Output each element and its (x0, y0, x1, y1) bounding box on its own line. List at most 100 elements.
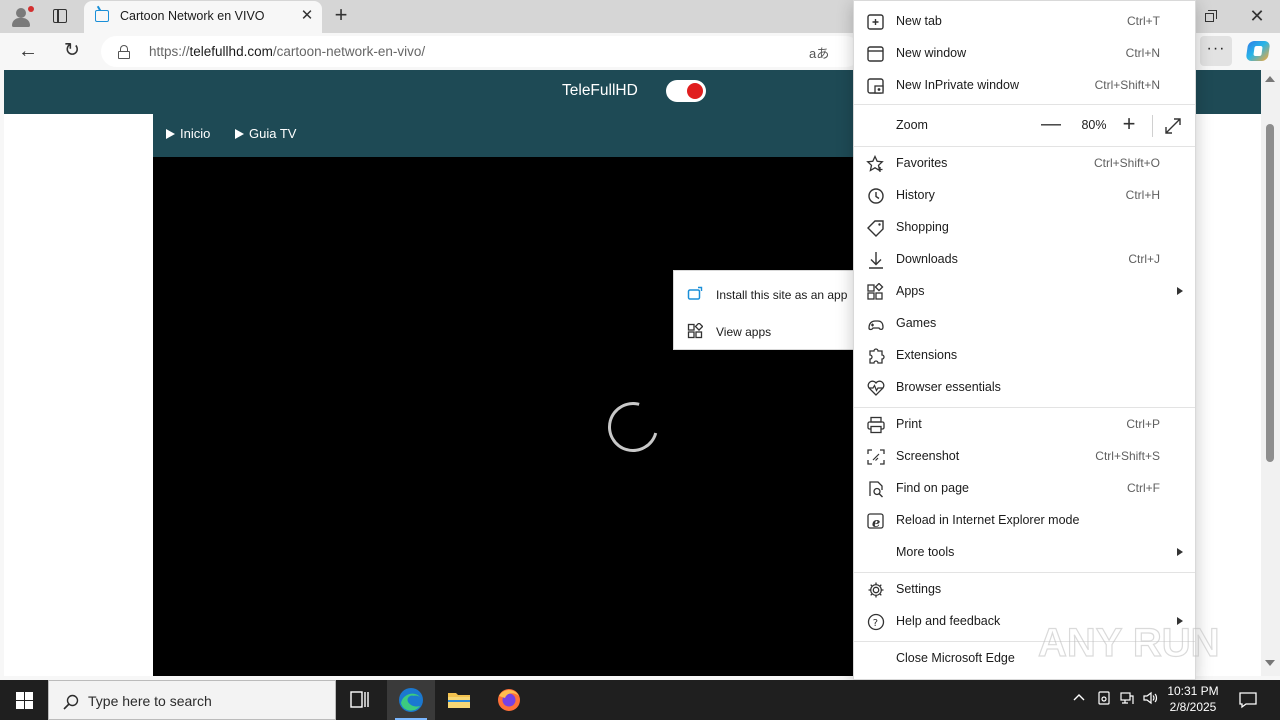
menu-item-new-window[interactable]: New window Ctrl+N (854, 38, 1195, 70)
start-button[interactable] (0, 680, 48, 720)
svg-text:?: ? (873, 618, 878, 629)
menu-item-settings[interactable]: Settings (854, 574, 1195, 606)
reload-icon[interactable]: ↻ (60, 39, 84, 63)
window-close-icon[interactable]: ✕ (1245, 4, 1269, 28)
zoom-row: Zoom — 80% + (854, 109, 1195, 143)
tab-close-icon[interactable]: ✕ (298, 7, 316, 25)
menu-separator (854, 572, 1195, 573)
zoom-in-button[interactable]: + (1119, 113, 1139, 135)
menu-item-new-tab[interactable]: New tab Ctrl+T (854, 6, 1195, 38)
edge-taskbar-icon[interactable] (387, 680, 435, 720)
new-tab-icon (867, 14, 884, 30)
task-view-icon[interactable] (336, 680, 384, 720)
search-placeholder: Type here to search (88, 693, 212, 709)
menu-separator (854, 641, 1195, 642)
menu-item-close-edge[interactable]: Close Microsoft Edge (854, 643, 1195, 675)
nav-item-guia-tv[interactable]: Guia TV (235, 126, 296, 141)
settings-and-more-menu: New tab Ctrl+T New window Ctrl+N New InP… (853, 0, 1196, 680)
site-title[interactable]: TeleFullHD (562, 82, 638, 100)
menu-separator (854, 146, 1195, 147)
address-bar[interactable]: https://telefullhd.com/cartoon-network-e… (101, 36, 861, 67)
zoom-value: 80% (1081, 118, 1107, 132)
menu-item-games[interactable]: Games (854, 308, 1195, 340)
menu-separator (854, 407, 1195, 408)
menu-item-favorites[interactable]: Favorites Ctrl+Shift+O (854, 148, 1195, 180)
puzzle-icon (869, 348, 885, 364)
submenu-arrow-icon (1177, 548, 1183, 556)
menu-item-screenshot[interactable]: Screenshot Ctrl+Shift+S (854, 441, 1195, 473)
taskbar-clock[interactable]: 10:31 PM 2/8/2025 (1160, 683, 1226, 715)
site-nav: Inicio Guia TV (153, 114, 853, 157)
play-icon (235, 129, 244, 139)
zoom-out-button[interactable]: — (1041, 114, 1061, 135)
menu-item-find-on-page[interactable]: Find on page Ctrl+F (854, 473, 1195, 505)
video-player[interactable] (153, 157, 853, 676)
menu-item-extensions[interactable]: Extensions (854, 340, 1195, 372)
submenu-arrow-icon (1177, 287, 1183, 295)
menu-item-view-apps[interactable]: View apps (674, 312, 856, 348)
printer-icon (867, 416, 885, 434)
submenu-arrow-icon (1177, 617, 1183, 625)
ie-icon: e (867, 513, 884, 530)
menu-item-install-app[interactable]: Install this site as an app (674, 275, 856, 311)
file-explorer-icon[interactable] (435, 680, 483, 720)
firefox-icon[interactable] (485, 680, 533, 720)
loading-spinner-icon (598, 392, 668, 462)
apps-icon (867, 283, 884, 300)
view-apps-icon (687, 323, 703, 339)
search-icon (63, 694, 79, 710)
gear-icon (868, 582, 884, 598)
copilot-icon[interactable] (1245, 39, 1271, 63)
read-aloud-icon[interactable]: aあ (809, 43, 829, 62)
theme-toggle[interactable] (666, 80, 706, 102)
scrollbar-thumb[interactable] (1266, 124, 1274, 462)
volume-icon[interactable] (1142, 690, 1158, 709)
tv-favicon-icon (95, 10, 109, 22)
menu-item-browser-essentials[interactable]: Browser essentials (854, 372, 1195, 404)
download-icon (869, 252, 883, 269)
play-icon (166, 129, 175, 139)
help-icon: ? (867, 613, 885, 631)
back-arrow-icon[interactable]: ← (16, 39, 40, 63)
scroll-up-icon[interactable] (1265, 76, 1275, 82)
find-icon (869, 481, 883, 498)
heart-pulse-icon (867, 380, 885, 396)
settings-and-more-button[interactable]: ··· (1200, 36, 1232, 66)
ethernet-icon[interactable] (1119, 690, 1135, 709)
tab-actions-icon[interactable] (50, 6, 70, 26)
profile-icon[interactable] (10, 6, 34, 28)
page-scrollbar[interactable] (1261, 70, 1280, 676)
menu-item-shopping[interactable]: Shopping (854, 212, 1195, 244)
menu-item-apps[interactable]: Apps (854, 276, 1195, 308)
star-icon (866, 155, 884, 172)
taskbar-search-box[interactable]: Type here to search (48, 680, 336, 720)
notification-icon[interactable] (1238, 690, 1258, 710)
menu-item-history[interactable]: History Ctrl+H (854, 180, 1195, 212)
lock-icon[interactable] (118, 45, 130, 59)
menu-item-reload-ie-mode[interactable]: e Reload in Internet Explorer mode (854, 505, 1195, 537)
network-status-icon[interactable] (1096, 690, 1112, 709)
menu-item-label: View apps (716, 325, 772, 339)
tab-active[interactable]: Cartoon Network en VIVO ✕ (84, 1, 322, 33)
menu-item-downloads[interactable]: Downloads Ctrl+J (854, 244, 1195, 276)
menu-item-label: Install this site as an app (716, 288, 848, 302)
new-tab-plus-icon[interactable]: + (330, 4, 352, 28)
tab-title: Cartoon Network en VIVO (120, 9, 265, 23)
menu-separator (854, 104, 1195, 105)
menu-item-help-feedback[interactable]: ? Help and feedback (854, 606, 1195, 638)
tray-chevron-icon[interactable] (1072, 690, 1086, 707)
history-icon (868, 188, 884, 204)
scroll-down-icon[interactable] (1265, 660, 1275, 666)
windows-taskbar: Type here to search 10:31 PM 2/8/2025 (0, 680, 1280, 720)
inprivate-icon (867, 78, 884, 94)
nav-item-inicio[interactable]: Inicio (166, 126, 210, 141)
apps-submenu: Install this site as an app View apps (673, 270, 857, 350)
menu-item-new-inprivate[interactable]: New InPrivate window Ctrl+Shift+N (854, 70, 1195, 102)
window-restore-icon[interactable] (1200, 6, 1220, 26)
menu-item-print[interactable]: Print Ctrl+P (854, 409, 1195, 441)
url-text[interactable]: https://telefullhd.com/cartoon-network-e… (149, 44, 425, 59)
svg-text:e: e (872, 516, 880, 530)
menu-item-more-tools[interactable]: More tools (854, 537, 1195, 569)
new-window-icon (867, 46, 884, 62)
fullscreen-icon[interactable] (1163, 116, 1183, 136)
